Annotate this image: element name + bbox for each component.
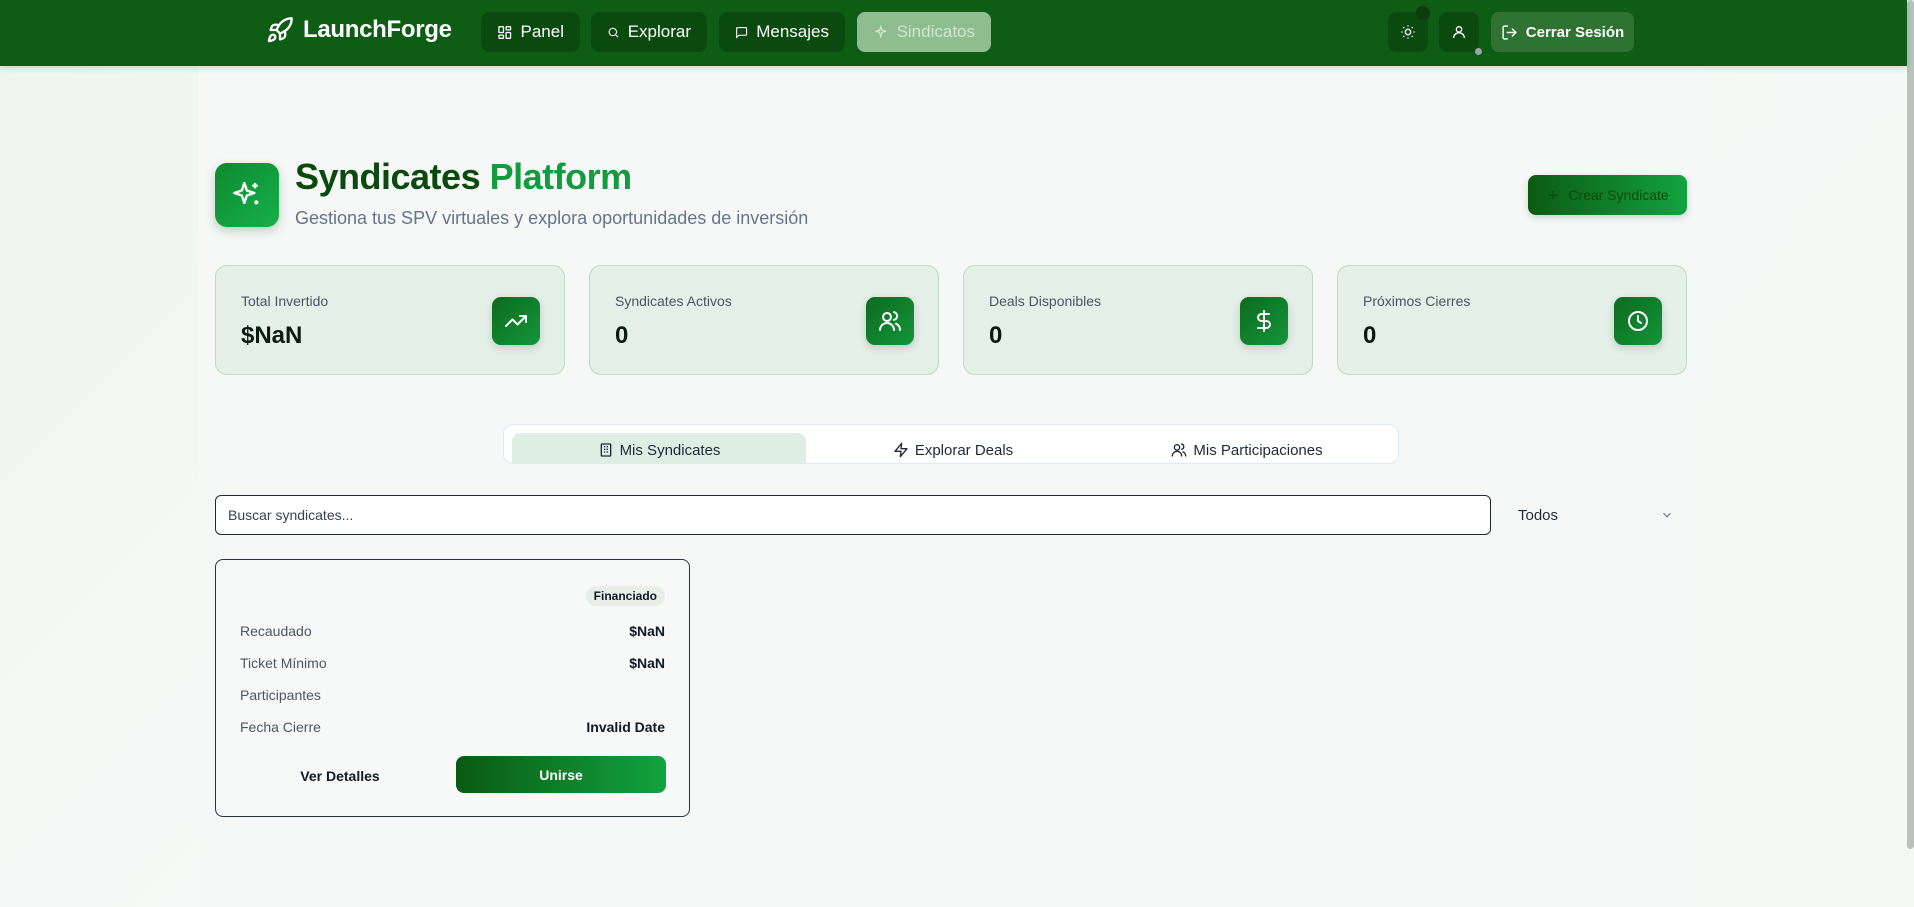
- stat-value: 0: [1363, 322, 1377, 349]
- notification-dot: [1416, 6, 1430, 20]
- nav-panel-button[interactable]: Panel: [481, 12, 580, 52]
- stat-label: Deals Disponibles: [989, 293, 1102, 309]
- nav-sindicatos-label: Sindicatos: [896, 22, 975, 41]
- syndicate-tabs: Mis Syndicates Explorar Deals Mis Partic…: [503, 424, 1399, 464]
- nav-mensajes-button[interactable]: Mensajes: [719, 12, 845, 52]
- search-syndicates-input[interactable]: [215, 495, 1491, 535]
- create-syndicate-button[interactable]: Crear Syndicate: [1528, 175, 1687, 215]
- page-title-main: Syndicates: [295, 156, 481, 197]
- nav-explorar-button[interactable]: Explorar: [591, 12, 707, 52]
- tab-label: Mis Syndicates: [619, 442, 721, 459]
- nav-explorar-label: Explorar: [627, 22, 691, 41]
- row-value: $NaN: [629, 655, 665, 671]
- users-icon: [1172, 443, 1187, 457]
- brand-logo[interactable]: LaunchForge: [266, 16, 452, 44]
- stat-icon-tile: [866, 297, 914, 345]
- tab-mis-participaciones[interactable]: Mis Participaciones: [1100, 433, 1394, 463]
- create-syndicate-label: Crear Syndicate: [1568, 187, 1669, 203]
- status-filter-select[interactable]: Todos: [1518, 503, 1674, 527]
- page-title: Syndicates Platform: [295, 156, 632, 198]
- page-scrollbar[interactable]: [1907, 0, 1914, 849]
- view-details-button[interactable]: Ver Detalles: [240, 758, 440, 794]
- brand-name: LaunchForge: [303, 16, 452, 43]
- stat-label: Syndicates Activos: [615, 293, 732, 309]
- header-icon-tile: [215, 163, 279, 227]
- stat-card-available-deals: Deals Disponibles 0: [963, 265, 1313, 375]
- sparkles-icon: [875, 24, 887, 39]
- row-key: Recaudado: [240, 623, 312, 639]
- stat-icon-tile: [492, 297, 540, 345]
- stat-card-upcoming-closings: Próximos Cierres 0: [1337, 265, 1687, 375]
- sun-icon: [1401, 25, 1415, 39]
- grid-icon: [498, 25, 512, 39]
- building-icon: [600, 443, 611, 457]
- tab-mis-syndicates[interactable]: Mis Syndicates: [512, 433, 806, 463]
- user-icon: [1453, 26, 1465, 39]
- card-row-participants: Participantes: [240, 687, 665, 703]
- profile-button[interactable]: [1439, 12, 1479, 52]
- stat-value: 0: [989, 322, 1003, 349]
- page-subtitle: Gestiona tus SPV virtuales y explora opo…: [295, 208, 809, 228]
- chevron-down-icon: [1663, 512, 1671, 518]
- nav-mensajes-label: Mensajes: [756, 22, 829, 41]
- message-icon: [736, 26, 748, 39]
- zap-icon: [894, 442, 908, 458]
- tab-label: Explorar Deals: [914, 442, 1014, 459]
- clock-icon: [1628, 311, 1648, 331]
- logout-button[interactable]: Cerrar Sesión: [1491, 12, 1634, 52]
- logout-label: Cerrar Sesión: [1525, 23, 1625, 41]
- row-value: $NaN: [629, 623, 665, 639]
- card-row-raised: Recaudado $NaN: [240, 623, 665, 639]
- stat-label: Total Invertido: [241, 293, 329, 309]
- top-navbar: LaunchForge Panel Explorar Mensajes Sind…: [0, 0, 1907, 66]
- stat-card-active-syndicates: Syndicates Activos 0: [589, 265, 939, 375]
- status-dot: [1475, 48, 1482, 55]
- stat-label: Próximos Cierres: [1363, 293, 1471, 309]
- tab-explorar-deals[interactable]: Explorar Deals: [806, 433, 1100, 463]
- syndicate-card: Financiado Recaudado $NaN Ticket Mínimo …: [215, 559, 690, 817]
- stat-card-total-invested: Total Invertido $NaN: [215, 265, 565, 375]
- card-row-min-ticket: Ticket Mínimo $NaN: [240, 655, 665, 671]
- search-icon: [608, 27, 619, 38]
- trending-up-icon: [505, 315, 527, 327]
- row-key: Fecha Cierre: [240, 719, 321, 735]
- rocket-icon: [267, 17, 293, 43]
- stat-icon-tile: [1240, 297, 1288, 345]
- page-title-accent: Platform: [489, 156, 633, 197]
- row-key: Participantes: [240, 687, 321, 703]
- stat-value: $NaN: [241, 322, 303, 349]
- users-icon: [879, 311, 901, 331]
- card-row-close-date: Fecha Cierre Invalid Date: [240, 719, 665, 735]
- status-badge: Financiado: [585, 586, 665, 606]
- row-key: Ticket Mínimo: [240, 655, 327, 671]
- nav-panel-label: Panel: [520, 22, 564, 41]
- nav-sindicatos-button[interactable]: Sindicatos: [857, 12, 991, 52]
- dollar-icon: [1257, 310, 1271, 332]
- tab-label: Mis Participaciones: [1193, 442, 1323, 459]
- stat-value: 0: [615, 322, 629, 349]
- plus-icon: [1549, 190, 1558, 200]
- row-value: Invalid Date: [586, 719, 665, 735]
- logout-icon: [1502, 24, 1517, 40]
- stat-icon-tile: [1614, 297, 1662, 345]
- join-button[interactable]: Unirse: [456, 756, 666, 793]
- sparkles-icon: [233, 181, 259, 205]
- status-filter-value: Todos: [1518, 506, 1559, 524]
